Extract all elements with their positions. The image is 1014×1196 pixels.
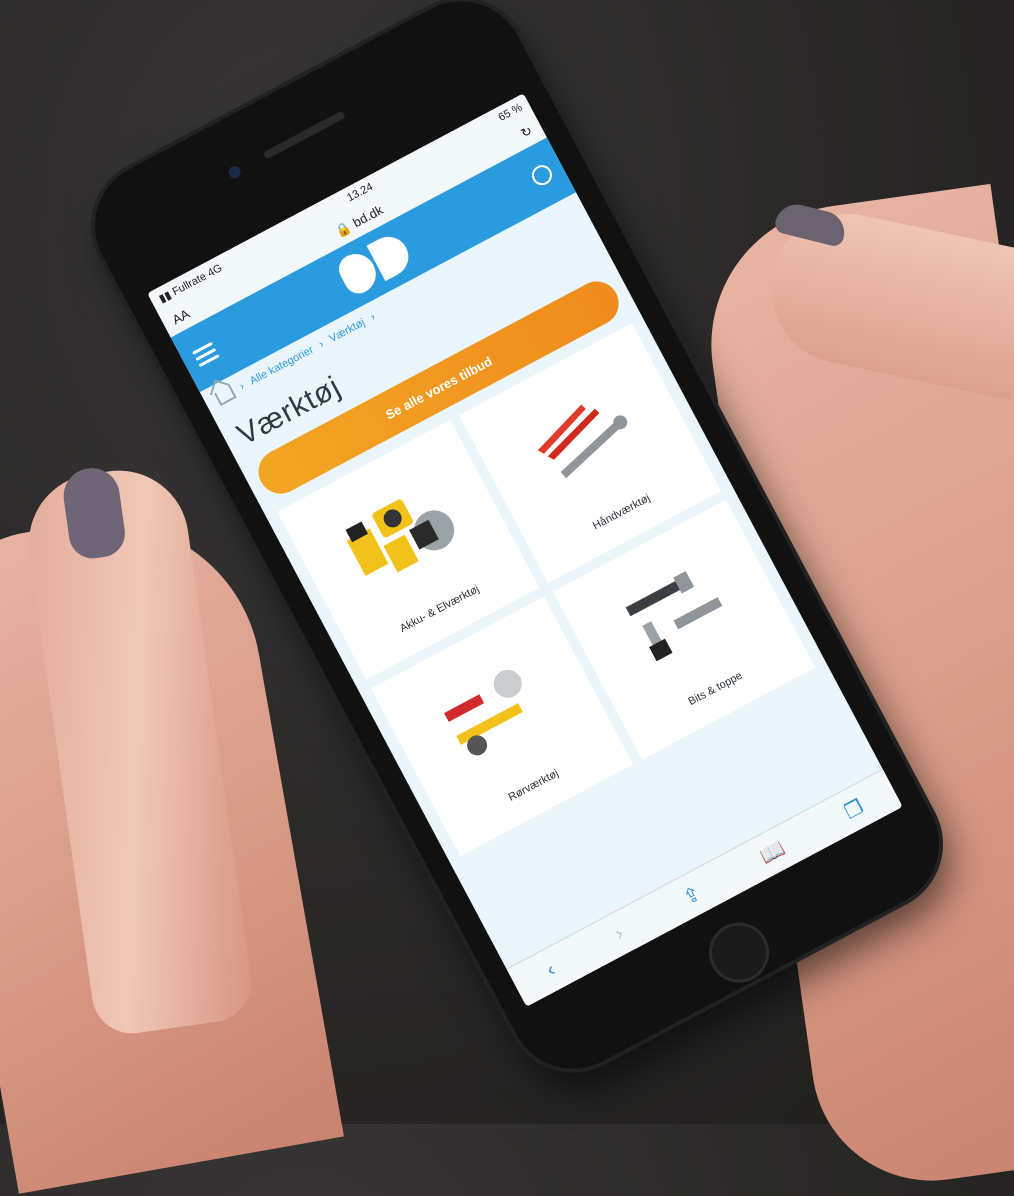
front-camera [226, 163, 243, 181]
share-icon[interactable]: ⇪ [678, 880, 705, 910]
hamburger-menu-icon[interactable] [191, 341, 220, 367]
home-button[interactable] [698, 912, 780, 994]
home-icon[interactable] [214, 385, 237, 406]
forward-icon[interactable]: › [611, 922, 628, 945]
tabs-icon[interactable]: ❐ [840, 794, 868, 824]
search-icon[interactable] [528, 161, 556, 189]
earpiece-speaker [262, 110, 346, 160]
bookmarks-icon[interactable]: 📖 [756, 835, 790, 869]
back-icon[interactable]: ‹ [542, 958, 559, 981]
